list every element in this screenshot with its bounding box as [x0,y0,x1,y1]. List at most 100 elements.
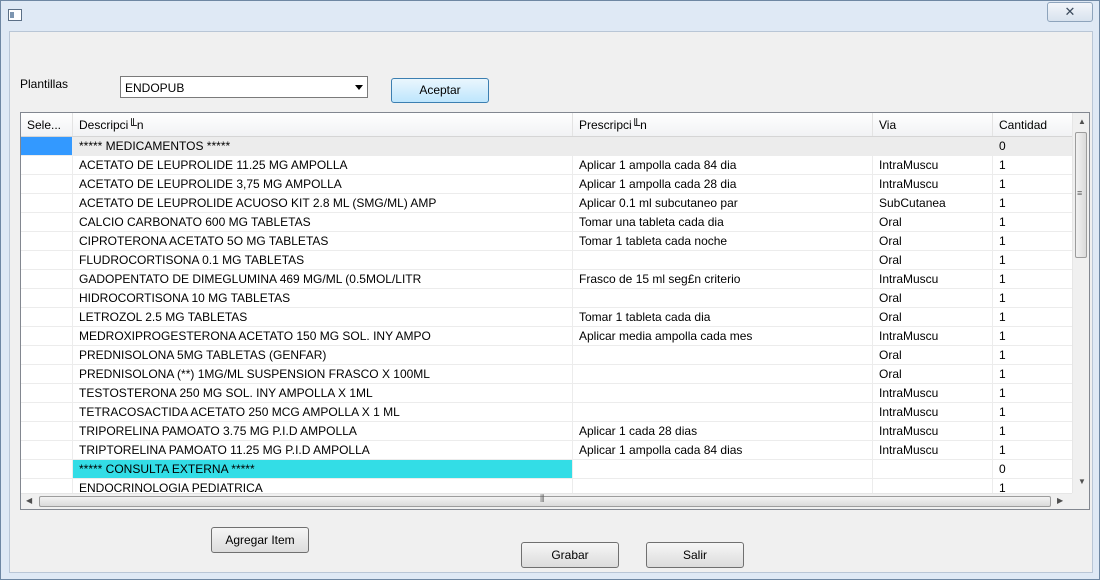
table-row[interactable]: FLUDROCORTISONA 0.1 MG TABLETAS Oral 1 [21,251,1073,270]
cell-prescription[interactable] [573,479,873,493]
cell-via[interactable]: IntraMuscu [873,441,993,459]
table-row[interactable]: GADOPENTATO DE DIMEGLUMINA 469 MG/ML (0.… [21,270,1073,289]
table-row[interactable]: LETROZOL 2.5 MG TABLETAS Tomar 1 tableta … [21,308,1073,327]
cell-via[interactable] [873,479,993,493]
cell-quantity[interactable]: 1 [993,403,1073,421]
scroll-right-icon[interactable]: ▶ [1057,496,1063,505]
cell-description[interactable]: PREDNISOLONA (**) 1MG/ML SUSPENSION FRAS… [73,365,573,383]
cell-via[interactable]: Oral [873,365,993,383]
row-selector[interactable] [21,232,73,250]
cell-quantity[interactable]: 1 [993,384,1073,402]
cell-via[interactable]: IntraMuscu [873,270,993,288]
table-row[interactable]: PREDNISOLONA (**) 1MG/ML SUSPENSION FRAS… [21,365,1073,384]
table-row[interactable]: TETRACOSACTIDA ACETATO 250 MCG AMPOLLA X… [21,403,1073,422]
column-header-prescription[interactable]: Prescripci╙n [573,113,873,136]
cell-prescription[interactable]: Aplicar 1 ampolla cada 84 dia [573,156,873,174]
table-row[interactable]: ACETATO DE LEUPROLIDE 11.25 MG AMPOLLA Ap… [21,156,1073,175]
cell-quantity[interactable]: 1 [993,232,1073,250]
exit-button[interactable]: Salir [646,542,744,568]
row-selector[interactable] [21,365,73,383]
cell-description[interactable]: HIDROCORTISONA 10 MG TABLETAS [73,289,573,307]
table-row[interactable]: TRIPTORELINA PAMOATO 11.25 MG P.I.D AMPO… [21,441,1073,460]
row-selector[interactable] [21,213,73,231]
cell-quantity[interactable]: 1 [993,308,1073,326]
row-selector[interactable] [21,289,73,307]
cell-via[interactable] [873,137,993,155]
table-row[interactable]: CALCIO CARBONATO 600 MG TABLETAS Tomar un… [21,213,1073,232]
close-button[interactable]: ✕ [1047,2,1093,22]
cell-prescription[interactable] [573,384,873,402]
cell-quantity[interactable]: 1 [993,327,1073,345]
row-selector[interactable] [21,270,73,288]
cell-quantity[interactable]: 0 [993,137,1073,155]
cell-quantity[interactable]: 1 [993,270,1073,288]
cell-description[interactable]: ***** MEDICAMENTOS ***** [73,137,573,155]
row-selector[interactable] [21,346,73,364]
cell-via[interactable]: Oral [873,213,993,231]
table-row[interactable]: TRIPORELINA PAMOATO 3.75 MG P.I.D AMPOLL… [21,422,1073,441]
row-selector[interactable] [21,251,73,269]
accept-button[interactable]: Aceptar [391,78,489,103]
horizontal-scrollbar[interactable]: ◀ ▶ [21,493,1073,509]
cell-prescription[interactable] [573,251,873,269]
cell-quantity[interactable]: 1 [993,441,1073,459]
cell-via[interactable]: Oral [873,346,993,364]
horizontal-scroll-thumb[interactable] [39,494,1051,507]
column-header-description[interactable]: Descripci╙n [73,113,573,136]
cell-quantity[interactable]: 1 [993,251,1073,269]
cell-description[interactable]: TRIPORELINA PAMOATO 3.75 MG P.I.D AMPOLL… [73,422,573,440]
vertical-scroll-thumb[interactable] [1075,132,1087,258]
cell-prescription[interactable] [573,460,873,478]
cell-via[interactable]: IntraMuscu [873,384,993,402]
row-selector[interactable] [21,441,73,459]
cell-via[interactable]: IntraMuscu [873,175,993,193]
row-selector[interactable] [21,175,73,193]
scroll-up-icon[interactable]: ▲ [1078,117,1086,126]
cell-description[interactable]: ACETATO DE LEUPROLIDE ACUOSO KIT 2.8 ML … [73,194,573,212]
items-grid[interactable]: Sele... Descripci╙n Prescripci╙n Via Can… [20,112,1090,510]
row-selector[interactable] [21,327,73,345]
chevron-down-icon[interactable] [355,85,363,90]
cell-quantity[interactable]: 1 [993,346,1073,364]
cell-prescription[interactable] [573,403,873,421]
scroll-left-icon[interactable]: ◀ [26,496,32,505]
cell-description[interactable]: GADOPENTATO DE DIMEGLUMINA 469 MG/ML (0.… [73,270,573,288]
column-header-select[interactable]: Sele... [21,113,73,136]
cell-prescription[interactable]: Aplicar media ampolla cada mes [573,327,873,345]
cell-description[interactable]: MEDROXIPROGESTERONA ACETATO 150 MG SOL. … [73,327,573,345]
cell-via[interactable]: Oral [873,308,993,326]
cell-via[interactable]: SubCutanea [873,194,993,212]
cell-via[interactable]: Oral [873,251,993,269]
cell-description[interactable]: TETRACOSACTIDA ACETATO 250 MCG AMPOLLA X… [73,403,573,421]
column-header-quantity[interactable]: Cantidad [993,113,1073,136]
table-row[interactable]: ACETATO DE LEUPROLIDE 3,75 MG AMPOLLA Apl… [21,175,1073,194]
table-row[interactable]: HIDROCORTISONA 10 MG TABLETAS Oral 1 [21,289,1073,308]
table-row[interactable]: MEDROXIPROGESTERONA ACETATO 150 MG SOL. … [21,327,1073,346]
row-selector[interactable] [21,479,73,493]
cell-description[interactable]: TESTOSTERONA 250 MG SOL. INY AMPOLLA X 1… [73,384,573,402]
cell-quantity[interactable]: 1 [993,175,1073,193]
cell-quantity[interactable]: 1 [993,479,1073,493]
cell-via[interactable]: Oral [873,232,993,250]
cell-description[interactable]: ***** CONSULTA EXTERNA ***** [73,460,573,478]
row-selector[interactable] [21,422,73,440]
cell-description[interactable]: TRIPTORELINA PAMOATO 11.25 MG P.I.D AMPO… [73,441,573,459]
cell-via[interactable]: IntraMuscu [873,422,993,440]
table-row[interactable]: PREDNISOLONA 5MG TABLETAS (GENFAR) Oral 1 [21,346,1073,365]
cell-prescription[interactable]: Aplicar 0.1 ml subcutaneo par [573,194,873,212]
vertical-scrollbar[interactable]: ▲ ▼ [1072,113,1089,493]
cell-quantity[interactable]: 1 [993,156,1073,174]
cell-quantity[interactable]: 1 [993,213,1073,231]
scroll-down-icon[interactable]: ▼ [1078,477,1086,486]
table-row[interactable]: ***** MEDICAMENTOS ***** 0 [21,137,1073,156]
cell-prescription[interactable]: Frasco de 15 ml seg£n criterio [573,270,873,288]
cell-via[interactable]: IntraMuscu [873,403,993,421]
cell-via[interactable]: IntraMuscu [873,156,993,174]
cell-description[interactable]: ACETATO DE LEUPROLIDE 11.25 MG AMPOLLA [73,156,573,174]
cell-description[interactable]: LETROZOL 2.5 MG TABLETAS [73,308,573,326]
cell-prescription[interactable]: Aplicar 1 cada 28 dias [573,422,873,440]
cell-quantity[interactable]: 1 [993,289,1073,307]
cell-prescription[interactable]: Aplicar 1 ampolla cada 28 dia [573,175,873,193]
cell-prescription[interactable]: Aplicar 1 ampolla cada 84 dias [573,441,873,459]
table-row[interactable]: TESTOSTERONA 250 MG SOL. INY AMPOLLA X 1… [21,384,1073,403]
